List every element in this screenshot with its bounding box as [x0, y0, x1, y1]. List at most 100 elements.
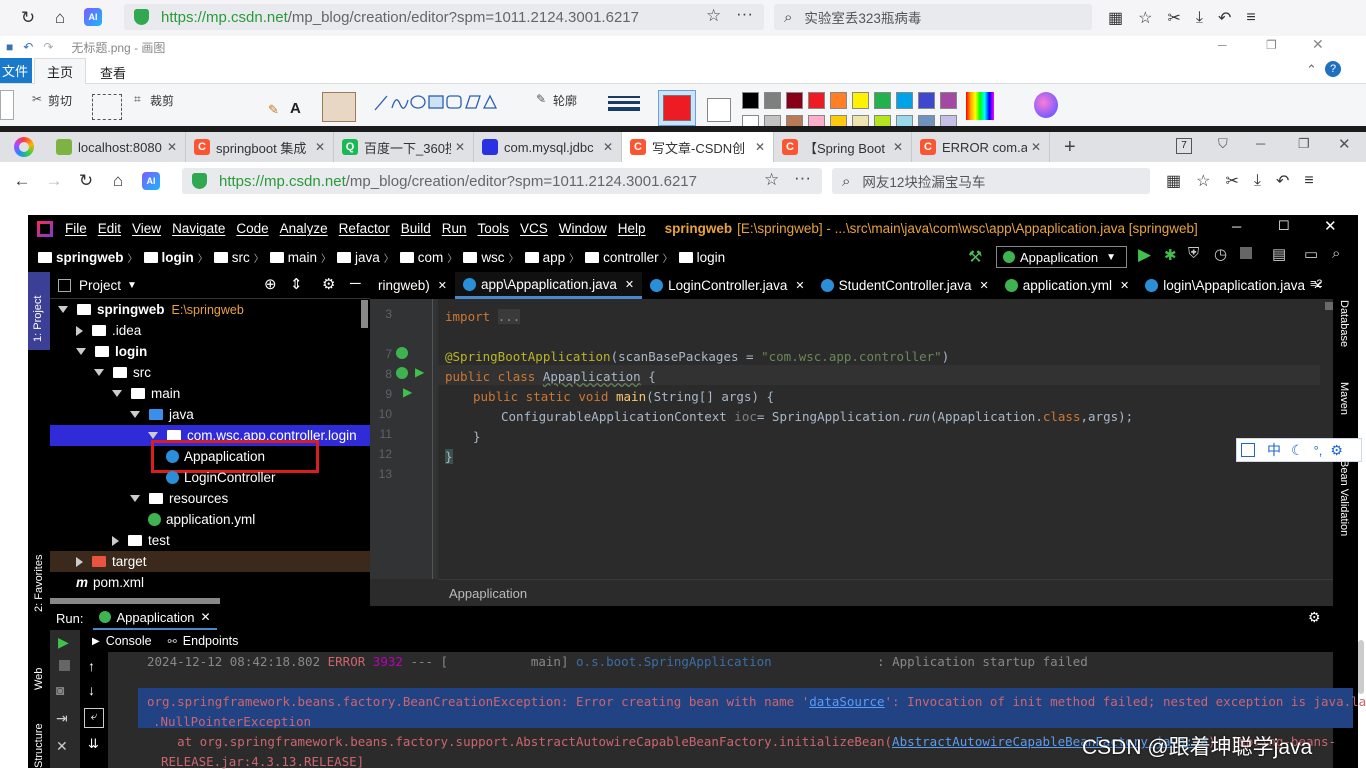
tool-bean-validation-label[interactable]: Bean Validation	[1338, 460, 1350, 536]
menu-code[interactable]: Code	[236, 221, 268, 236]
inner-favorites-icon[interactable]: ☆	[1196, 171, 1210, 191]
pin-icon[interactable]: ✕	[56, 738, 68, 755]
collapse-ribbon-icon[interactable]: ⌃	[1306, 62, 1317, 78]
palette-swatch[interactable]	[830, 92, 847, 109]
terminal-icon[interactable]: ▭	[1304, 245, 1318, 263]
breadcrumb-item[interactable]: springweb 〉	[38, 250, 138, 265]
ide-minimize-icon[interactable]: ─	[1232, 219, 1241, 234]
coverage-icon[interactable]: ⛨	[1188, 245, 1199, 262]
close-tab-icon[interactable]: ✕	[893, 140, 903, 154]
outer-address-bar[interactable]: https://mp.csdn.net/mp_blog/creation/edi…	[124, 4, 764, 30]
crop-icon[interactable]: ⌗	[134, 92, 141, 107]
folded-imports[interactable]: ...	[497, 309, 521, 324]
tool-database-label[interactable]: Database	[1338, 300, 1350, 347]
breadcrumb-item[interactable]: wsc 〉	[463, 250, 519, 265]
palette-swatch[interactable]	[918, 92, 935, 109]
inner-ai-icon[interactable]: AI	[142, 172, 160, 190]
editor-tab[interactable]: login\Appaplication.java ✕	[1137, 272, 1330, 299]
outline-label[interactable]: 轮廓	[553, 92, 577, 109]
breadcrumb-item[interactable]: java 〉	[337, 250, 394, 265]
menu-refactor[interactable]: Refactor	[339, 221, 390, 236]
outer-search-box[interactable]: ⌕ 实验室丢323瓶病毒	[774, 4, 1092, 30]
reload-icon[interactable]: ↻	[18, 8, 38, 28]
close-editor-tab-icon[interactable]: ✕	[438, 279, 447, 292]
tool-favorites-label[interactable]: 2: Favorites	[33, 555, 45, 612]
close-run-tab-icon[interactable]: ✕	[201, 610, 211, 624]
tree-node[interactable]: .idea	[50, 320, 370, 341]
expand-down-icon[interactable]	[112, 390, 122, 397]
inner-undo-icon[interactable]: ↶	[1276, 171, 1289, 191]
menu-window[interactable]: Window	[559, 221, 607, 236]
editor-breadcrumb[interactable]: Appaplication	[449, 586, 527, 601]
project-structure-icon[interactable]: ▤	[1272, 245, 1286, 263]
menu-analyze[interactable]: Analyze	[280, 221, 328, 236]
text-icon[interactable]: A	[290, 100, 301, 117]
close-tab-icon[interactable]: ✕	[455, 140, 465, 154]
editor-tab[interactable]: StudentController.java ✕	[813, 272, 997, 299]
palette-swatch[interactable]	[786, 92, 803, 109]
inner-browser-tab[interactable]: C 【Spring Boot ✕	[774, 132, 912, 162]
inner-address-bar[interactable]: https://mp.csdn.net/mp_blog/creation/edi…	[182, 168, 822, 194]
spring-bean-gutter-icon[interactable]	[396, 347, 408, 359]
ime-chinese[interactable]: 中	[1267, 440, 1281, 460]
inner-browser-tab[interactable]: C ERROR com.ali ✕	[912, 132, 1050, 162]
breadcrumb-item[interactable]: main 〉	[269, 250, 331, 265]
download-icon[interactable]: ⤓	[1196, 9, 1203, 27]
inner-star-icon[interactable]: ☆	[764, 170, 779, 190]
palette-swatch[interactable]	[852, 92, 869, 109]
tool-project-button[interactable]: 1: Project	[28, 272, 50, 350]
inner-restore-icon[interactable]: ❐	[1298, 136, 1310, 152]
browser-logo-icon[interactable]	[0, 132, 48, 162]
favorites-icon[interactable]: ☆	[1138, 8, 1152, 28]
undo-icon[interactable]: ↶	[23, 40, 33, 54]
close-icon[interactable]: ✕	[1312, 36, 1324, 53]
tree-horizontal-scrollbar[interactable]	[50, 598, 220, 604]
menu-run[interactable]: Run	[442, 221, 467, 236]
ime-moon-icon[interactable]: ☾	[1291, 442, 1304, 459]
tab-count-icon[interactable]: 7	[1176, 138, 1192, 154]
menu-vcs[interactable]: VCS	[520, 221, 548, 236]
star-icon[interactable]: ☆	[706, 6, 721, 26]
undo-icon[interactable]: ↶	[1218, 8, 1231, 28]
tools-icon[interactable]: ✂	[1167, 8, 1180, 28]
expand-down-icon[interactable]	[130, 411, 140, 418]
page-scrollbar[interactable]	[1358, 640, 1364, 694]
run-gutter-icon[interactable]: ▶	[415, 365, 424, 379]
rerun-icon[interactable]: ▶	[58, 634, 69, 651]
paint-tab-file[interactable]: 文件	[0, 58, 32, 83]
editor-tab[interactable]: application.yml ✕	[997, 272, 1138, 299]
tree-node[interactable]: application.yml	[50, 509, 370, 530]
breadcrumb-item[interactable]: src 〉	[213, 250, 264, 265]
stop-icon[interactable]	[1240, 247, 1252, 259]
expand-down-icon[interactable]	[130, 495, 140, 502]
cut-label[interactable]: 剪切	[48, 92, 72, 109]
project-panel-title[interactable]: Project	[79, 278, 121, 293]
size-icon[interactable]	[608, 94, 640, 118]
exit-icon[interactable]: ⇥	[56, 710, 68, 727]
ide-close-icon[interactable]: ✕	[1324, 217, 1337, 235]
inner-menu-icon[interactable]: ≡	[1304, 172, 1313, 190]
tree-node[interactable]: main	[50, 383, 370, 404]
close-editor-tab-icon[interactable]: ✕	[1120, 279, 1129, 292]
inner-tools-icon[interactable]: ✂	[1225, 171, 1238, 191]
inner-browser-tab[interactable]: Cspringboot 集成 ✕	[186, 132, 334, 162]
ide-restore-icon[interactable]: ☐	[1278, 218, 1290, 234]
shirt-icon[interactable]: ⛉	[1218, 136, 1228, 152]
outline-icon[interactable]: ✎	[536, 92, 546, 106]
inner-browser-tab[interactable]: com.mysql.jdbc ✕	[474, 132, 622, 162]
editor-tab[interactable]: app\Appaplication.java ✕	[455, 272, 643, 299]
menu-edit[interactable]: Edit	[98, 221, 121, 236]
new-tab-icon[interactable]: +	[1064, 136, 1076, 159]
profile-icon[interactable]: ◷	[1214, 245, 1227, 263]
palette-swatch[interactable]	[764, 92, 781, 109]
inner-search-box[interactable]: ⌕ 网友12块捡漏宝马车	[832, 168, 1150, 194]
close-tab-icon[interactable]: ✕	[755, 140, 765, 154]
breadcrumb-item[interactable]: login 〉	[143, 250, 208, 265]
endpoints-tab[interactable]: ⚯ Endpoints	[168, 634, 239, 648]
redo-icon[interactable]: ↷	[43, 40, 53, 54]
breadcrumb-item[interactable]: com 〉	[399, 250, 457, 265]
inner-browser-tab[interactable]: Q 百度一下_360搜 ✕	[334, 132, 474, 162]
ime-settings-icon[interactable]: ⚙	[1330, 442, 1343, 459]
menu-view[interactable]: View	[132, 221, 161, 236]
minimize-icon[interactable]: ─	[1218, 38, 1227, 52]
